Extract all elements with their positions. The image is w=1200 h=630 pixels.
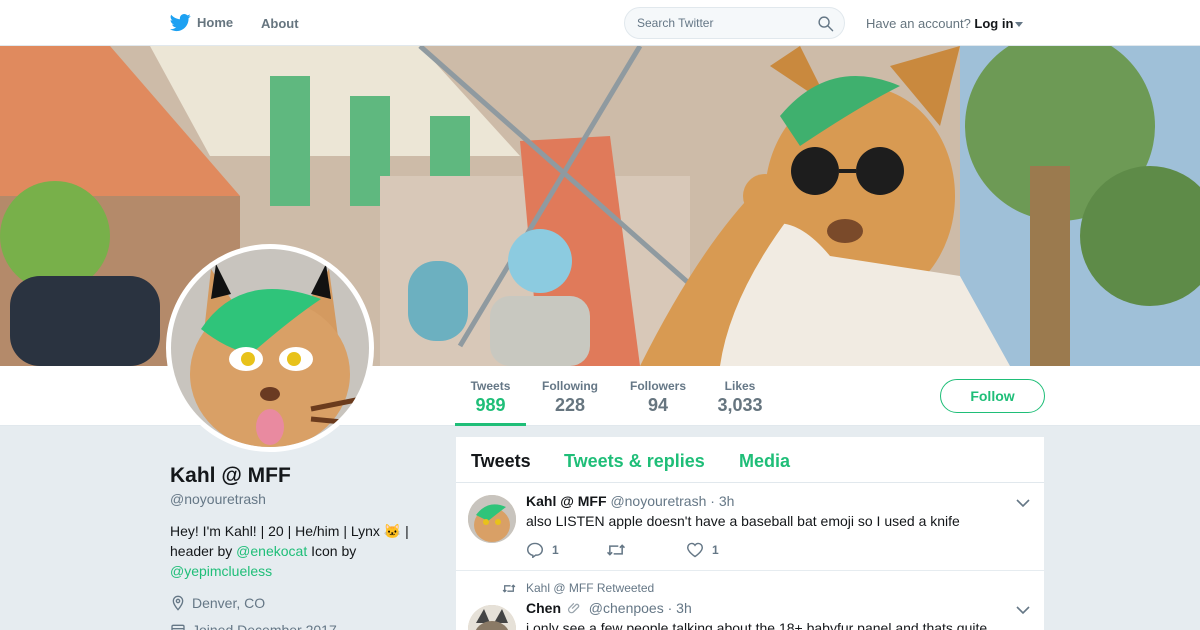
- tab-tweets[interactable]: Tweets: [471, 451, 531, 472]
- chevron-down-icon[interactable]: [1016, 605, 1030, 615]
- retweet-icon: [502, 583, 516, 593]
- timeline: Tweets Tweets & replies Media Kahl @ MFF…: [456, 437, 1044, 630]
- stat-likes[interactable]: Likes 3,033: [710, 366, 770, 426]
- retweeted-by-label: Kahl @ MFF Retweeted: [502, 581, 654, 595]
- profile-bio: Hey! I'm Kahl! | 20 | He/him | Lynx 🐱 | …: [170, 521, 432, 581]
- nav-about[interactable]: About: [261, 16, 299, 31]
- stat-following[interactable]: Following 228: [535, 366, 605, 426]
- stat-likes-label: Likes: [724, 379, 756, 393]
- profile-avatar[interactable]: [166, 244, 374, 452]
- tweet-text: also LISTEN apple doesn't have a basebal…: [526, 513, 960, 529]
- stat-following-value: 228: [554, 395, 586, 415]
- tweet-actions: 1 1: [526, 542, 766, 558]
- profile-name[interactable]: Kahl @ MFF: [170, 464, 291, 488]
- nav-home-label: Home: [197, 15, 234, 30]
- twitter-bird-icon: [170, 14, 191, 32]
- login-link[interactable]: Log in: [974, 16, 1013, 31]
- search-input[interactable]: [625, 8, 805, 38]
- profile-location-text: Denver, CO: [192, 595, 266, 611]
- tweet-author-handle[interactable]: @chenpoes: [589, 600, 664, 616]
- stat-followers-label: Followers: [629, 379, 686, 393]
- nav-home[interactable]: Home: [170, 12, 233, 33]
- timeline-tabs: Tweets Tweets & replies Media: [456, 437, 1044, 483]
- profile-handle: @noyouretrash: [170, 491, 266, 507]
- stat-likes-value: 3,033: [717, 395, 763, 415]
- stat-tweets-label: Tweets: [470, 379, 511, 393]
- profile-joined-text: Joined December 2017: [192, 622, 337, 630]
- calendar-icon: [171, 624, 185, 630]
- reply-action[interactable]: 1: [526, 542, 606, 558]
- search-box: [624, 7, 845, 39]
- paperclip-icon: [567, 602, 580, 614]
- bio-text-2: Icon by: [311, 543, 357, 559]
- tweet-text: i only see a few people talking about th…: [526, 620, 988, 630]
- profile-location: Denver, CO: [170, 595, 265, 611]
- tweet-author-handle[interactable]: @noyouretrash: [610, 493, 706, 509]
- chevron-down-icon[interactable]: [1016, 498, 1030, 508]
- stat-tweets[interactable]: Tweets 989: [455, 366, 526, 426]
- account-prompt: Have an account? Log in: [866, 16, 1024, 31]
- retweet-action[interactable]: [606, 543, 686, 557]
- bio-link-enekocat[interactable]: @enekocat: [236, 543, 307, 559]
- tweet-author-avatar[interactable]: [468, 605, 516, 630]
- retweeted-by-text[interactable]: Kahl @ MFF Retweeted: [526, 581, 654, 595]
- tweet-author-name[interactable]: Chen: [526, 600, 561, 616]
- account-prompt-text: Have an account?: [866, 16, 971, 31]
- tweet-header: Chen @chenpoes · 3h: [526, 600, 692, 616]
- like-action[interactable]: 1: [686, 542, 766, 558]
- bio-link-yepimclueless[interactable]: @yepimclueless: [170, 563, 272, 579]
- reply-icon: [526, 542, 544, 558]
- profile-joined: Joined December 2017: [170, 622, 337, 630]
- tab-tweets-and-replies[interactable]: Tweets & replies: [564, 451, 705, 472]
- heart-icon: [686, 542, 704, 558]
- tweet-author-avatar[interactable]: [468, 495, 516, 543]
- tweet-time[interactable]: · 3h: [668, 600, 692, 616]
- search-icon[interactable]: [817, 15, 834, 32]
- tweet-header: Kahl @ MFF @noyouretrash · 3h: [526, 493, 734, 509]
- top-nav: Home About Have an account? Log in: [0, 0, 1200, 46]
- stat-followers[interactable]: Followers 94: [623, 366, 693, 426]
- like-count: 1: [712, 543, 719, 557]
- tweet-author-name[interactable]: Kahl @ MFF: [526, 493, 607, 509]
- chevron-down-icon[interactable]: [1015, 22, 1024, 28]
- reply-count: 1: [552, 543, 559, 557]
- tweet[interactable]: Kahl @ MFF @noyouretrash · 3h also LISTE…: [456, 483, 1044, 571]
- stat-followers-value: 94: [647, 395, 669, 415]
- follow-button[interactable]: Follow: [940, 379, 1045, 413]
- tab-media[interactable]: Media: [739, 451, 790, 472]
- tweet[interactable]: Kahl @ MFF Retweeted Chen @chenpoes · 3h…: [456, 571, 1044, 630]
- tweet-time[interactable]: · 3h: [710, 493, 734, 509]
- location-pin-icon: [172, 595, 184, 611]
- stat-tweets-value: 989: [475, 395, 506, 415]
- retweet-icon: [606, 544, 626, 556]
- stat-following-label: Following: [542, 379, 598, 393]
